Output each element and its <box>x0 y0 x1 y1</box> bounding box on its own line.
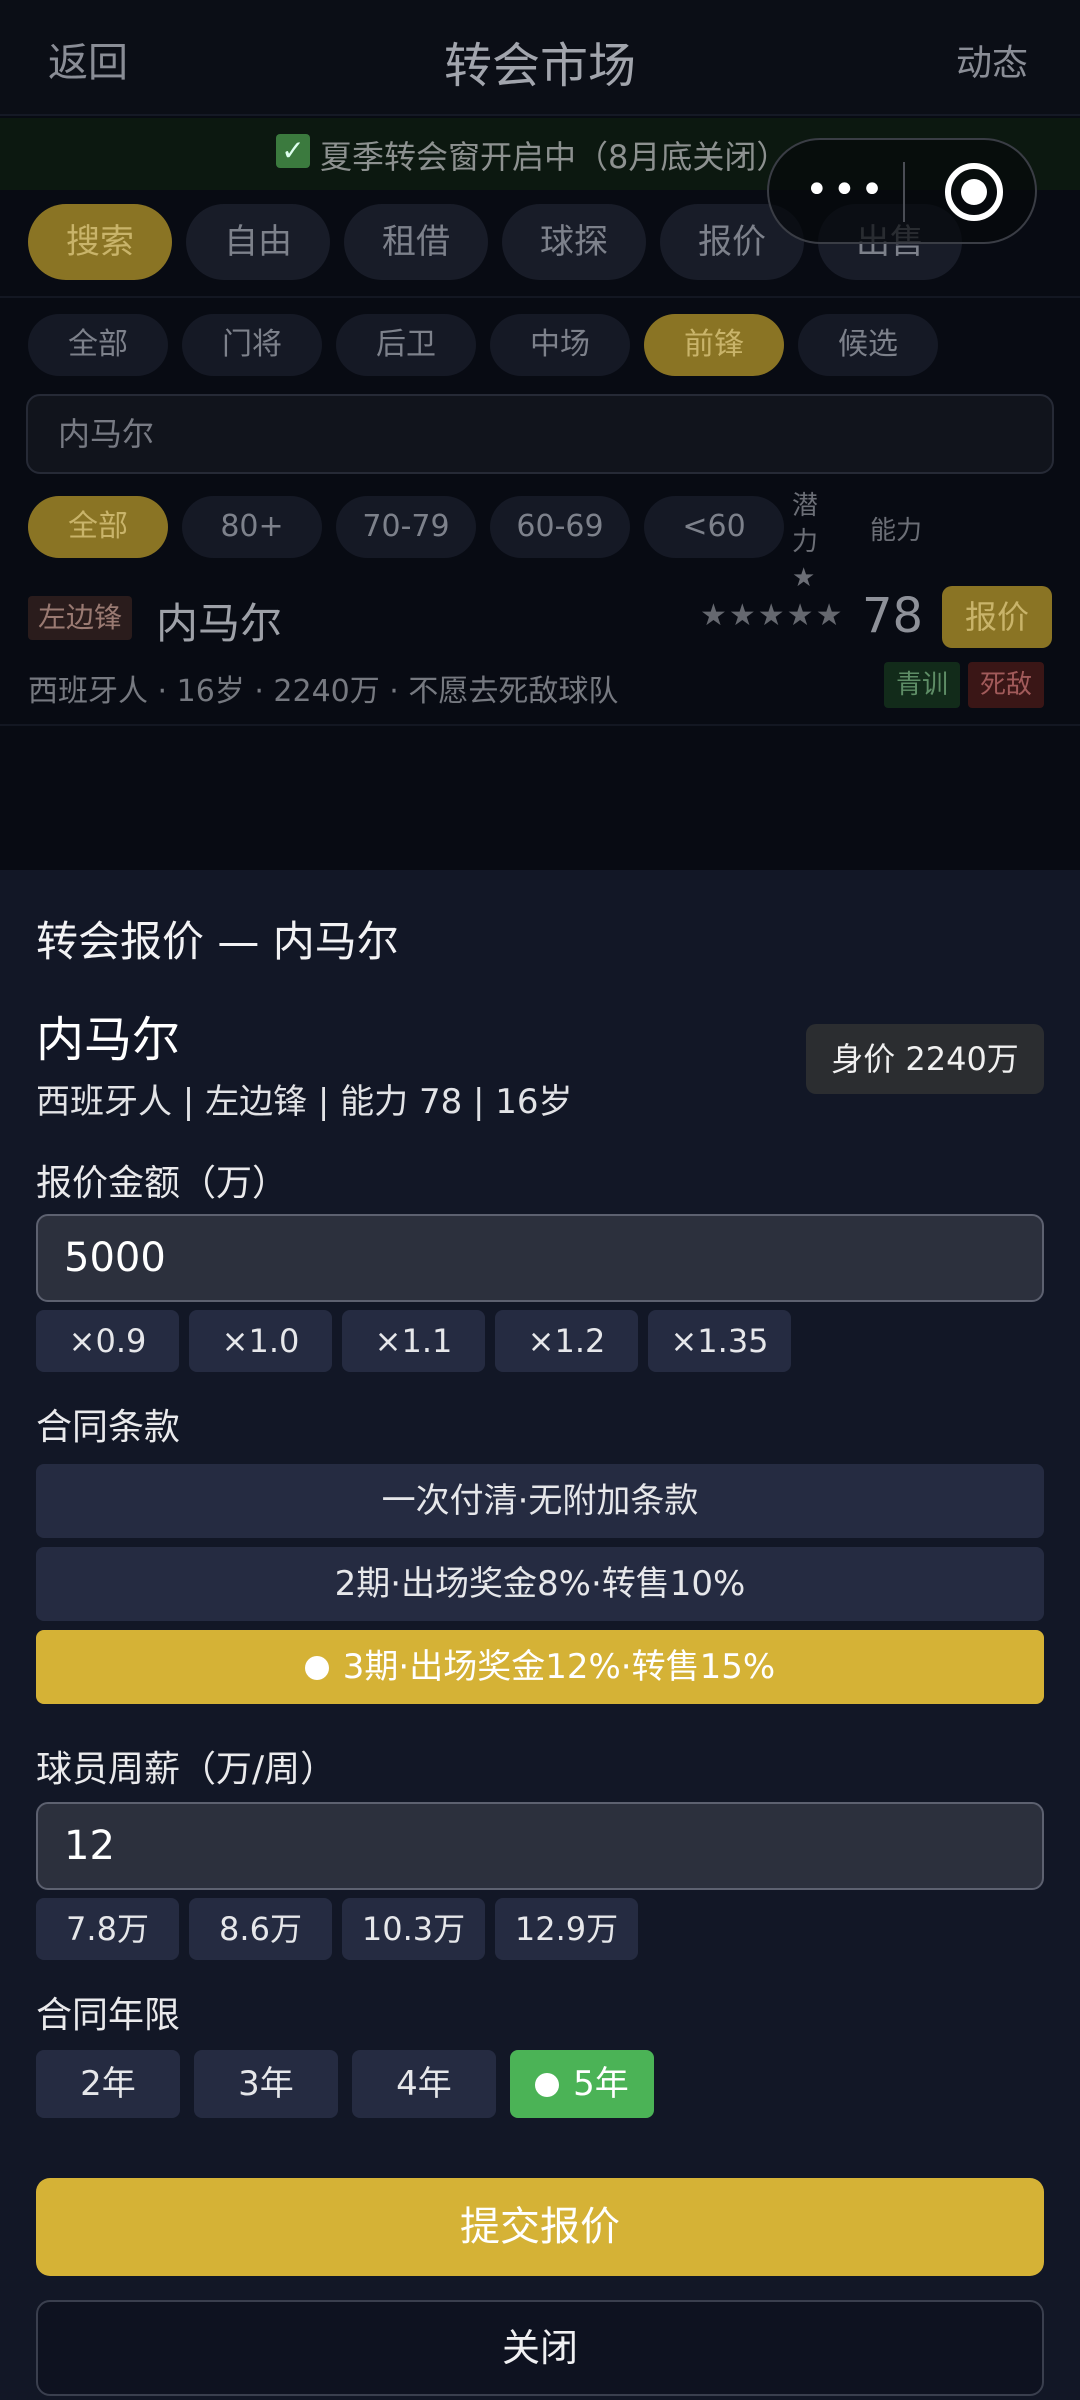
player-row[interactable]: 左边锋 内马尔 ★★★★★ 78 报价 西班牙人 · 16岁 · 2240万 ·… <box>0 578 1080 726</box>
activity-button[interactable]: 动态 <box>956 34 1028 86</box>
nav-bar: 返回 转会市场 动态 <box>0 0 1080 116</box>
modal-player-info: 西班牙人 | 左边锋 | 能力 78 | 16岁 <box>36 1082 573 1122</box>
multiplier-options: ×0.9 ×1.0 ×1.1 ×1.2 ×1.35 <box>36 1310 791 1372</box>
search-input[interactable]: 内马尔 <box>26 394 1054 474</box>
modal-title: 转会报价 — 内马尔 <box>36 917 399 966</box>
potential-stars: ★★★★★ <box>700 598 845 633</box>
position-all[interactable]: 全部 <box>28 314 168 376</box>
market-value-badge: 身价 2240万 <box>806 1024 1044 1094</box>
close-button[interactable]: 关闭 <box>36 2300 1044 2396</box>
selected-dot-icon <box>304 1656 329 1680</box>
offer-modal: 转会报价 — 内马尔 内马尔 西班牙人 | 左边锋 | 能力 78 | 16岁 … <box>0 870 1080 2400</box>
position-midfielder[interactable]: 中场 <box>490 314 630 376</box>
capsule-divider <box>903 162 905 222</box>
selected-dot-icon <box>535 2073 560 2097</box>
submit-offer-button[interactable]: 提交报价 <box>36 2178 1044 2276</box>
wage-option-2[interactable]: 8.6万 <box>189 1898 332 1960</box>
multiplier-1-1[interactable]: ×1.1 <box>342 1310 485 1372</box>
youth-tag: 青训 <box>884 662 961 708</box>
tab-free[interactable]: 自由 <box>186 204 330 280</box>
year-option-5-label: 5年 <box>573 2064 629 2104</box>
background-page: 返回 转会市场 动态 ✓ 夏季转会窗开启中（8月底关闭） 搜索 自由 租借 球探… <box>0 0 1080 870</box>
position-goalkeeper[interactable]: 门将 <box>182 314 322 376</box>
term-option-3-label: 3期·出场奖金12%·转售15% <box>342 1647 776 1687</box>
multiplier-1-2[interactable]: ×1.2 <box>495 1310 638 1372</box>
close-miniprogram-icon[interactable] <box>945 163 1003 221</box>
position-defender[interactable]: 后卫 <box>336 314 476 376</box>
years-label: 合同年限 <box>36 1995 181 2036</box>
term-option-1[interactable]: 一次付清·无附加条款 <box>36 1464 1044 1538</box>
term-option-2[interactable]: 2期·出场奖金8%·转售10% <box>36 1547 1044 1621</box>
contract-years: 2年 3年 4年 5年 <box>36 2050 654 2118</box>
sort-ability[interactable]: 能力 <box>870 510 922 547</box>
modal-player-name: 内马尔 <box>36 1012 181 1068</box>
rating-filter: 全部 80+ 70-79 60-69 <60 <box>28 496 784 558</box>
rating-all[interactable]: 全部 <box>28 496 168 558</box>
player-name: 内马尔 <box>156 599 283 648</box>
wage-option-1[interactable]: 7.8万 <box>36 1898 179 1960</box>
check-icon: ✓ <box>276 134 310 168</box>
tab-search[interactable]: 搜索 <box>28 204 172 280</box>
more-icon[interactable]: ••• <box>805 170 888 210</box>
banner-text: 夏季转会窗开启中（8月底关闭） <box>320 138 789 176</box>
multiplier-1-35[interactable]: ×1.35 <box>648 1310 791 1372</box>
player-rating: 78 <box>862 588 924 644</box>
rating-60-69[interactable]: 60-69 <box>490 496 630 558</box>
wage-option-4[interactable]: 12.9万 <box>495 1898 638 1960</box>
year-option-4[interactable]: 4年 <box>352 2050 496 2118</box>
year-option-3[interactable]: 3年 <box>194 2050 338 2118</box>
rating-70-79[interactable]: 70-79 <box>336 496 476 558</box>
amount-label: 报价金额（万） <box>36 1163 289 1204</box>
position-badge: 左边锋 <box>28 596 133 640</box>
page-title: 转会市场 <box>443 38 636 94</box>
wage-option-3[interactable]: 10.3万 <box>342 1898 485 1960</box>
terms-label: 合同条款 <box>36 1407 181 1448</box>
year-option-5[interactable]: 5年 <box>510 2050 654 2118</box>
multiplier-1-0[interactable]: ×1.0 <box>189 1310 332 1372</box>
multiplier-0-9[interactable]: ×0.9 <box>36 1310 179 1372</box>
term-option-3[interactable]: 3期·出场奖金12%·转售15% <box>36 1630 1044 1704</box>
year-option-2[interactable]: 2年 <box>36 2050 180 2118</box>
amount-input[interactable]: 5000 <box>36 1214 1044 1302</box>
wage-input[interactable]: 12 <box>36 1802 1044 1890</box>
player-meta: 西班牙人 · 16岁 · 2240万 · 不愿去死敌球队 <box>28 674 619 709</box>
position-forward[interactable]: 前锋 <box>644 314 784 376</box>
tab-scout[interactable]: 球探 <box>502 204 646 280</box>
divider <box>0 296 1080 298</box>
rating-below-60[interactable]: <60 <box>644 496 784 558</box>
wage-options: 7.8万 8.6万 10.3万 12.9万 <box>36 1898 638 1960</box>
position-candidates[interactable]: 候选 <box>798 314 938 376</box>
rating-80-plus[interactable]: 80+ <box>182 496 322 558</box>
tab-loan[interactable]: 租借 <box>344 204 488 280</box>
miniprogram-capsule: ••• <box>767 138 1037 244</box>
wage-label: 球员周薪（万/周） <box>36 1749 337 1790</box>
offer-button[interactable]: 报价 <box>942 586 1052 648</box>
position-filter: 全部 门将 后卫 中场 前锋 候选 <box>28 314 938 376</box>
rival-tag: 死敌 <box>968 662 1045 708</box>
